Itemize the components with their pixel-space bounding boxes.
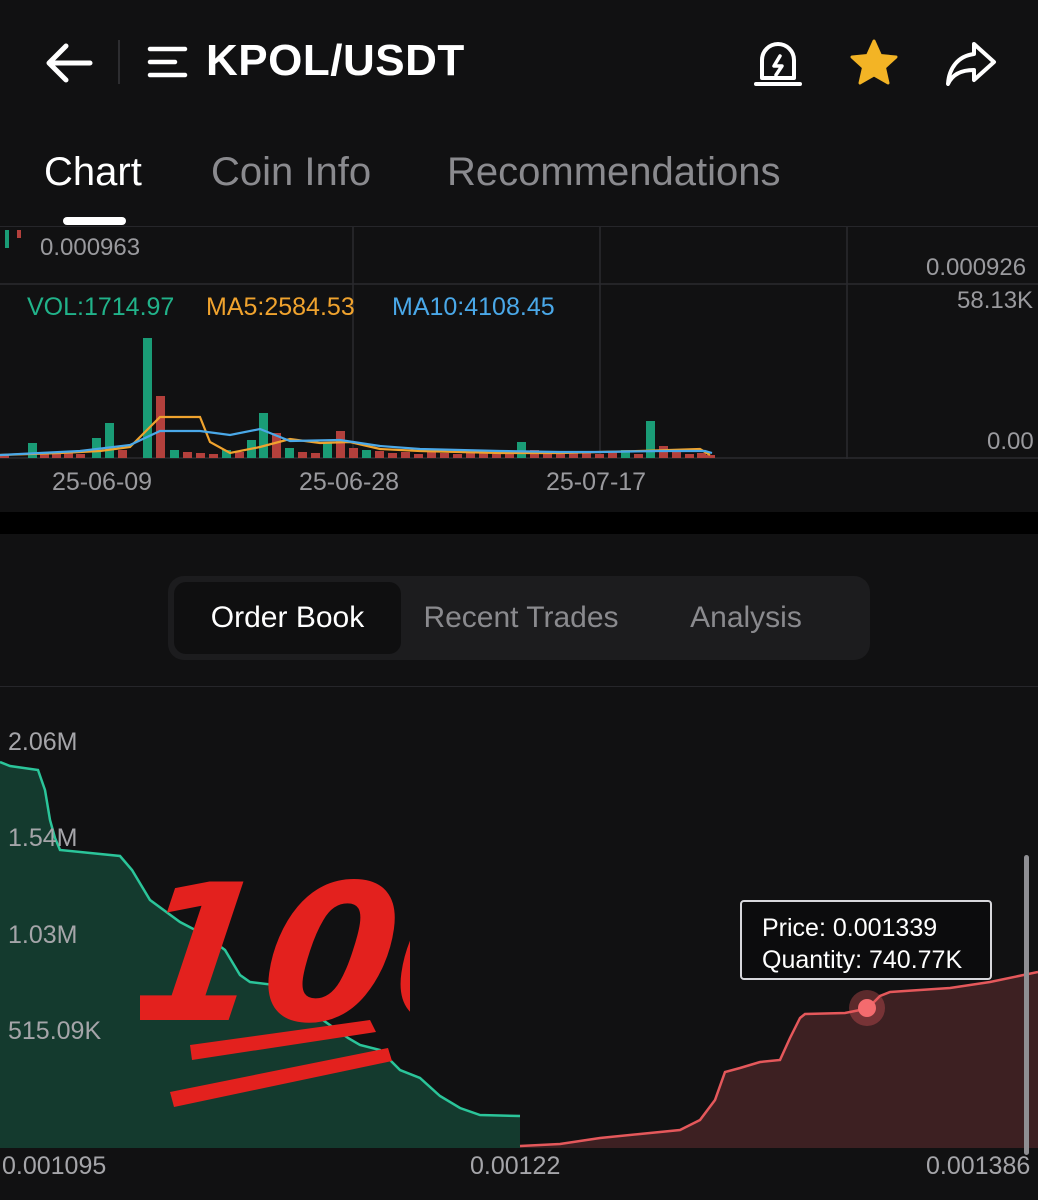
depth-y-label: 1.03M: [8, 921, 78, 949]
volume-bar: [582, 453, 591, 458]
vol-max-label: 58.13K: [957, 287, 1034, 314]
scrollbar[interactable]: [1024, 855, 1029, 1155]
volume-bar: [685, 454, 694, 458]
vol-min-label: 0.00: [987, 428, 1034, 455]
volume-bar: [156, 396, 165, 458]
volume-bar: [517, 442, 526, 458]
depth-x-label: 0.001386: [926, 1152, 1031, 1180]
menu-icon[interactable]: [147, 44, 189, 80]
volume-bar: [556, 454, 565, 458]
ma10-value: MA10:4108.45: [392, 293, 555, 321]
tab-order-book[interactable]: Order Book: [174, 582, 401, 654]
volume-bar: [323, 442, 332, 458]
volume-bar: [362, 450, 371, 458]
tab-analysis[interactable]: Analysis: [646, 582, 846, 654]
volume-bar: [492, 454, 501, 458]
volume-bar: [634, 454, 643, 458]
tooltip-quantity: Quantity: 740.77K: [762, 946, 963, 974]
active-tab-indicator: [63, 217, 126, 225]
segment-divider: [0, 686, 1038, 687]
depth-y-label: 2.06M: [8, 728, 78, 756]
vol-value: VOL:1714.97: [27, 293, 175, 321]
volume-bar: [298, 452, 307, 458]
top-bar: KPOL/USDT: [0, 0, 1038, 125]
depth-tooltip: Price: 0.001339 Quantity: 740.77K: [740, 900, 992, 980]
volume-bar: [143, 338, 152, 458]
depth-y-label: 515.09K: [8, 1017, 102, 1045]
kline-right-price: 0.000926: [926, 254, 1027, 281]
volume-bar: [209, 454, 218, 458]
orderbook-segment-control: Order Book Recent Trades Analysis: [168, 576, 870, 660]
hundred-points-emoji: 100: [140, 860, 410, 1107]
selected-point: [858, 999, 876, 1017]
date-label: 25-06-09: [52, 468, 153, 496]
price-alert-icon[interactable]: [752, 38, 804, 88]
tab-chart[interactable]: Chart: [44, 150, 142, 195]
volume-bar: [349, 448, 358, 458]
kline-top-price: 0.000963: [40, 234, 141, 261]
volume-bar: [375, 451, 384, 458]
volume-bar: [697, 453, 706, 458]
volume-bar: [311, 453, 320, 458]
volume-bar: [706, 455, 715, 458]
depth-x-label: 0.00122: [470, 1152, 561, 1180]
depth-x-label: 0.001095: [2, 1152, 107, 1180]
volume-bar: [285, 448, 294, 458]
tab-recent-trades[interactable]: Recent Trades: [406, 582, 636, 654]
volume-bar: [388, 453, 397, 458]
volume-bar: [336, 431, 345, 458]
volume-chart[interactable]: [0, 227, 1038, 512]
volume-bar: [401, 452, 410, 458]
volume-bar: [466, 453, 475, 458]
volume-bar: [118, 450, 127, 458]
volume-bar: [414, 454, 423, 458]
tab-coin-info[interactable]: Coin Info: [211, 150, 371, 195]
pair-title[interactable]: KPOL/USDT: [206, 36, 465, 86]
back-arrow-icon[interactable]: [44, 40, 94, 86]
volume-bar: [672, 452, 681, 458]
volume-bar: [105, 423, 114, 458]
volume-bar: [427, 452, 436, 458]
tooltip-price: Price: 0.001339: [762, 914, 938, 942]
header-divider: [118, 40, 120, 84]
volume-bar: [76, 454, 85, 458]
ma5-value: MA5:2584.53: [206, 293, 355, 321]
section-separator: [0, 512, 1038, 534]
volume-bar: [595, 454, 604, 458]
volume-bar: [235, 452, 244, 458]
date-label: 25-06-28: [299, 468, 400, 496]
volume-bar: [440, 453, 449, 458]
volume-bar: [170, 450, 179, 458]
share-icon[interactable]: [944, 40, 998, 86]
tab-recommendations[interactable]: Recommendations: [447, 150, 781, 195]
volume-bar: [52, 454, 61, 458]
volume-bar: [28, 443, 37, 458]
volume-bar: [183, 452, 192, 458]
volume-bar: [196, 453, 205, 458]
depth-y-label: 1.54M: [8, 824, 78, 852]
date-label: 25-07-17: [546, 468, 647, 496]
volume-bar: [646, 421, 655, 458]
favorite-star-icon[interactable]: [848, 38, 900, 88]
volume-bar: [259, 413, 268, 458]
volume-bar: [453, 454, 462, 458]
